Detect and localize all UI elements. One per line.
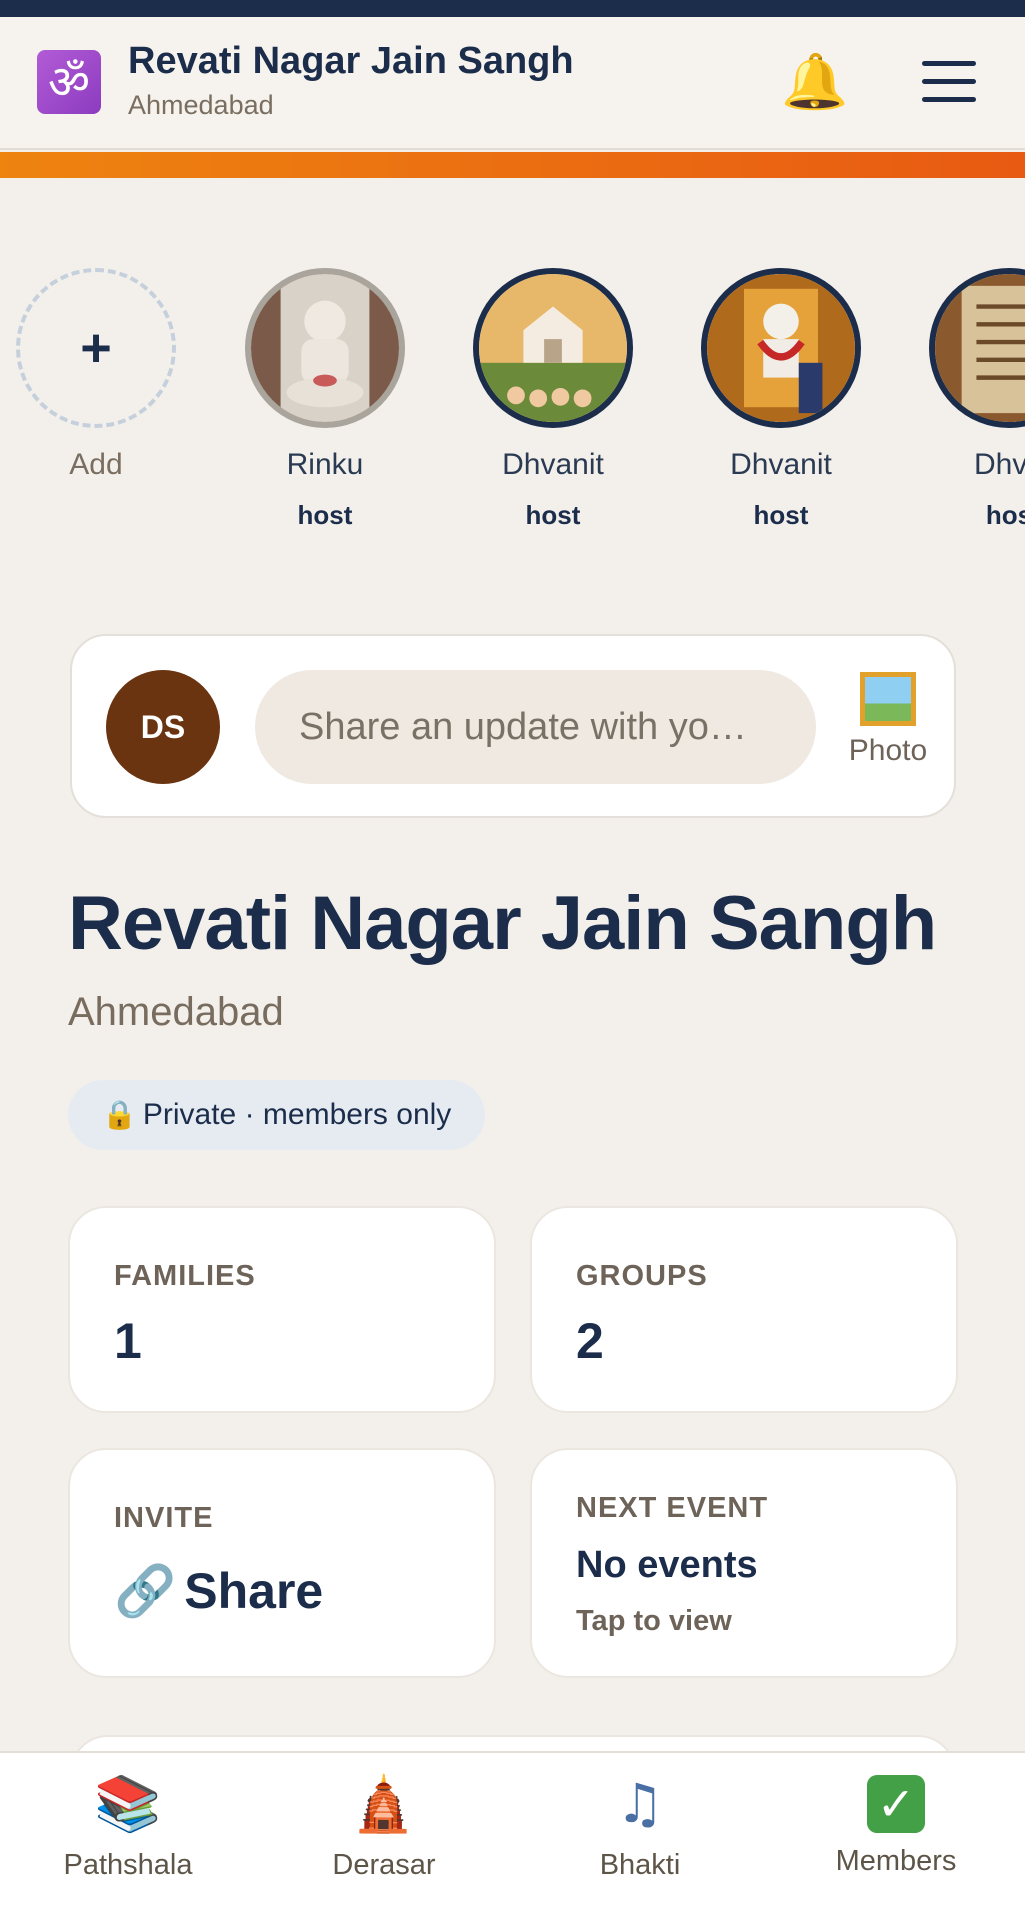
lock-icon: 🔒 [102, 1098, 137, 1131]
nav-members[interactable]: ✓ Members [768, 1771, 1024, 1878]
card-label: FAMILIES [114, 1260, 256, 1292]
story-name: Rinku [286, 448, 364, 481]
nav-label: Bhakti [599, 1849, 681, 1881]
music-note-icon: ♫ [615, 1772, 665, 1835]
story-name: Add [69, 448, 123, 481]
card-label: INVITE [114, 1502, 214, 1534]
card-value: No events [576, 1544, 758, 1586]
app-title: Revati Nagar Jain Sangh [128, 40, 574, 82]
privacy-text: Private · members only [142, 1098, 452, 1131]
story-role: host [297, 500, 353, 530]
plus-icon: + [80, 318, 112, 378]
check-mark-icon: ✓ [867, 1775, 925, 1833]
nav-label: Pathshala [63, 1849, 193, 1881]
page-title: Revati Nagar Jain Sangh [68, 881, 937, 966]
next-event-card[interactable]: NEXT EVENT No events Tap to view [530, 1448, 958, 1678]
story-thumbnail [929, 268, 1025, 428]
story-thumbnail [701, 268, 861, 428]
books-icon: 📚 [94, 1772, 162, 1835]
story-name: Dhva [973, 448, 1025, 481]
groups-card[interactable]: GROUPS 2 [530, 1206, 958, 1413]
photo-button[interactable]: Photo [832, 672, 944, 782]
story-item[interactable]: Rinku host [235, 268, 415, 531]
card-label: NEXT EVENT [576, 1492, 769, 1524]
share-update-input[interactable] [255, 670, 816, 784]
story-thumbnail [473, 268, 633, 428]
bottom-nav: 📚 Pathshala 🛕 Derasar ♫ Bhakti ✓ Members [0, 1751, 1025, 1920]
story-name: Dhvanit [502, 448, 604, 481]
nav-pathshala[interactable]: 📚 Pathshala [0, 1771, 256, 1882]
nav-label: Members [835, 1845, 957, 1877]
card-value: 1 [114, 1313, 142, 1369]
photo-label: Photo [848, 734, 928, 767]
link-icon: 🔗 [114, 1562, 177, 1620]
add-story-button[interactable]: + Add [6, 268, 186, 482]
card-label: GROUPS [576, 1260, 708, 1292]
avatar[interactable]: DS [106, 670, 220, 784]
privacy-badge: 🔒 Private · members only [68, 1080, 486, 1150]
nav-bhakti[interactable]: ♫ Bhakti [512, 1771, 768, 1882]
hamburger-menu-icon[interactable] [922, 61, 976, 103]
story-role: hos [985, 500, 1025, 530]
status-bar [0, 0, 1025, 17]
story-item[interactable]: Dhva hos [919, 268, 1025, 531]
nav-label: Derasar [332, 1849, 436, 1881]
temple-icon: 🛕 [350, 1772, 418, 1835]
story-item[interactable]: Dhvanit host [463, 268, 643, 531]
nav-derasar[interactable]: 🛕 Derasar [256, 1771, 512, 1882]
story-name: Dhvanit [730, 448, 832, 481]
story-thumbnail [245, 268, 405, 428]
story-item[interactable]: Dhvanit host [691, 268, 871, 531]
families-card[interactable]: FAMILIES 1 [68, 1206, 496, 1413]
story-role: host [753, 500, 809, 530]
stories-row: + Add Rinku host Dhvanit host Dhvanit ho… [0, 268, 1025, 538]
city-label: Ahmedabad [68, 990, 284, 1034]
om-icon[interactable]: ॐ [37, 50, 101, 114]
share-link[interactable]: 🔗 Share [114, 1562, 323, 1621]
story-role: host [525, 500, 581, 530]
top-bar: ॐ Revati Nagar Jain Sangh Ahmedabad 🔔 [0, 17, 1025, 150]
post-composer: DS Photo [70, 634, 956, 818]
card-value: 2 [576, 1313, 604, 1369]
bell-icon[interactable]: 🔔 [780, 47, 850, 117]
app-subtitle: Ahmedabad [128, 90, 274, 120]
card-subtext: Tap to view [576, 1605, 732, 1637]
picture-icon [860, 672, 916, 726]
accent-stripe [0, 152, 1025, 178]
invite-card[interactable]: INVITE 🔗 Share [68, 1448, 496, 1678]
